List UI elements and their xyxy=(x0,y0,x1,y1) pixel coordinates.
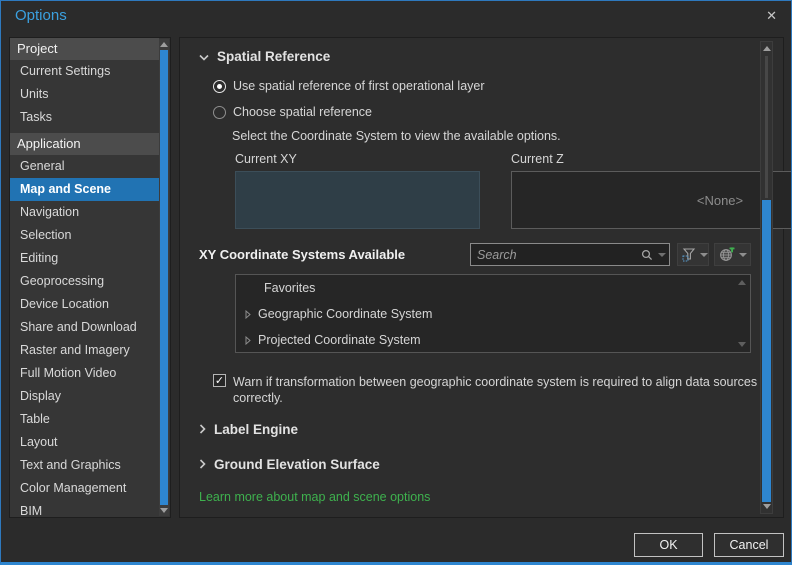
section-ground-elevation-surface[interactable]: Ground Elevation Surface xyxy=(199,457,380,472)
sidebar-group-project: Project xyxy=(10,38,159,60)
dialog-title: Options xyxy=(15,7,67,24)
current-xy-label: Current XY xyxy=(235,152,297,166)
map-and-scene-panel: Spatial Reference Use spatial reference … xyxy=(179,37,791,518)
sidebar-item-color-management[interactable]: Color Management xyxy=(10,477,159,500)
options-sidebar: Project Current Settings Units Tasks App… xyxy=(9,37,171,518)
radio-row-first-layer[interactable]: Use spatial reference of first operation… xyxy=(213,79,485,93)
sidebar-item-map-and-scene[interactable]: Map and Scene xyxy=(10,178,159,201)
section-title: Label Engine xyxy=(214,422,299,437)
sidebar-item-table[interactable]: Table xyxy=(10,408,159,431)
sidebar-item-units[interactable]: Units xyxy=(10,83,159,106)
warn-checkbox-row[interactable]: ✓ Warn if transformation between geograp… xyxy=(213,374,761,406)
expander-icon[interactable] xyxy=(245,309,251,319)
scroll-down-icon[interactable] xyxy=(763,504,771,509)
globe-add-icon xyxy=(719,247,735,262)
filter-button[interactable] xyxy=(677,243,709,266)
current-z-label: Current Z xyxy=(511,152,564,166)
sidebar-scrollbar-thumb[interactable] xyxy=(160,50,168,505)
sidebar-item-selection[interactable]: Selection xyxy=(10,224,159,247)
tree-item-label[interactable]: Favorites xyxy=(264,281,315,295)
sidebar-item-navigation[interactable]: Navigation xyxy=(10,201,159,224)
section-label-engine[interactable]: Label Engine xyxy=(199,422,298,437)
sidebar-item-bim[interactable]: BIM xyxy=(10,500,159,517)
sidebar-scrollbar[interactable] xyxy=(159,39,169,516)
sidebar-item-tasks[interactable]: Tasks xyxy=(10,106,159,129)
sidebar-item-layout[interactable]: Layout xyxy=(10,431,159,454)
chevron-right-icon xyxy=(199,457,206,472)
scroll-up-icon[interactable] xyxy=(763,46,771,51)
sidebar-item-current-settings[interactable]: Current Settings xyxy=(10,60,159,83)
panel-scrollbar[interactable] xyxy=(760,41,773,514)
radio-selected-icon[interactable] xyxy=(213,79,226,93)
sidebar-item-full-motion-video[interactable]: Full Motion Video xyxy=(10,362,159,385)
chevron-down-icon xyxy=(199,49,209,64)
expander-icon[interactable] xyxy=(245,335,251,345)
scrollbar-track[interactable] xyxy=(765,56,768,198)
coordinate-system-instruction: Select the Coordinate System to view the… xyxy=(232,129,561,143)
tree-item-projected[interactable]: Projected Coordinate System xyxy=(236,327,750,353)
radio-choose-label[interactable]: Choose spatial reference xyxy=(233,105,372,119)
scroll-up-icon[interactable] xyxy=(160,42,168,47)
section-title: Ground Elevation Surface xyxy=(214,457,380,472)
learn-more-link[interactable]: Learn more about map and scene options xyxy=(199,490,430,504)
sidebar-item-display[interactable]: Display xyxy=(10,385,159,408)
add-coordinate-system-button[interactable] xyxy=(714,243,751,266)
coordinate-system-tree: Favorites Geographic Coordinate System P… xyxy=(235,274,751,353)
ok-button[interactable]: OK xyxy=(634,533,703,557)
sidebar-group-application: Application xyxy=(10,133,159,155)
coordinate-search-box[interactable] xyxy=(470,243,670,266)
add-dropdown-icon[interactable] xyxy=(739,252,747,257)
current-z-box: <None> xyxy=(511,171,791,229)
close-icon[interactable]: ✕ xyxy=(766,8,777,24)
cancel-button[interactable]: Cancel xyxy=(714,533,784,557)
tree-item-label[interactable]: Geographic Coordinate System xyxy=(258,307,432,321)
tree-item-label[interactable]: Projected Coordinate System xyxy=(258,333,421,347)
sidebar-item-device-location[interactable]: Device Location xyxy=(10,293,159,316)
xy-available-label: XY Coordinate Systems Available xyxy=(199,247,406,262)
filter-dropdown-icon[interactable] xyxy=(700,252,708,257)
radio-row-choose[interactable]: Choose spatial reference xyxy=(213,105,372,119)
panel-scrollbar-thumb[interactable] xyxy=(762,200,771,502)
search-input[interactable] xyxy=(471,247,639,262)
options-dialog: Options ✕ Project Current Settings Units… xyxy=(0,0,792,565)
search-dropdown-icon[interactable] xyxy=(658,252,666,257)
chevron-right-icon xyxy=(199,422,206,437)
sidebar-item-raster-and-imagery[interactable]: Raster and Imagery xyxy=(10,339,159,362)
filter-icon xyxy=(682,247,696,262)
tree-item-favorites[interactable]: Favorites xyxy=(236,275,750,301)
search-icon[interactable] xyxy=(639,249,655,261)
current-xy-box xyxy=(235,171,480,229)
current-z-value: <None> xyxy=(696,192,744,208)
sidebar-item-general[interactable]: General xyxy=(10,155,159,178)
tree-item-geographic[interactable]: Geographic Coordinate System xyxy=(236,301,750,327)
section-title: Spatial Reference xyxy=(217,49,331,64)
section-spatial-reference[interactable]: Spatial Reference xyxy=(199,49,330,64)
checkbox-checked-icon[interactable]: ✓ xyxy=(213,374,226,387)
tree-scroll-down-icon[interactable] xyxy=(738,342,746,347)
warn-checkbox-label[interactable]: Warn if transformation between geographi… xyxy=(233,374,761,406)
radio-first-layer-label[interactable]: Use spatial reference of first operation… xyxy=(233,79,485,93)
sidebar-item-geoprocessing[interactable]: Geoprocessing xyxy=(10,270,159,293)
tree-scroll-up-icon[interactable] xyxy=(738,280,746,285)
sidebar-item-share-and-download[interactable]: Share and Download xyxy=(10,316,159,339)
sidebar-item-text-and-graphics[interactable]: Text and Graphics xyxy=(10,454,159,477)
scroll-down-icon[interactable] xyxy=(160,508,168,513)
sidebar-item-editing[interactable]: Editing xyxy=(10,247,159,270)
sidebar-list: Project Current Settings Units Tasks App… xyxy=(10,38,159,517)
radio-unselected-icon[interactable] xyxy=(213,105,226,119)
